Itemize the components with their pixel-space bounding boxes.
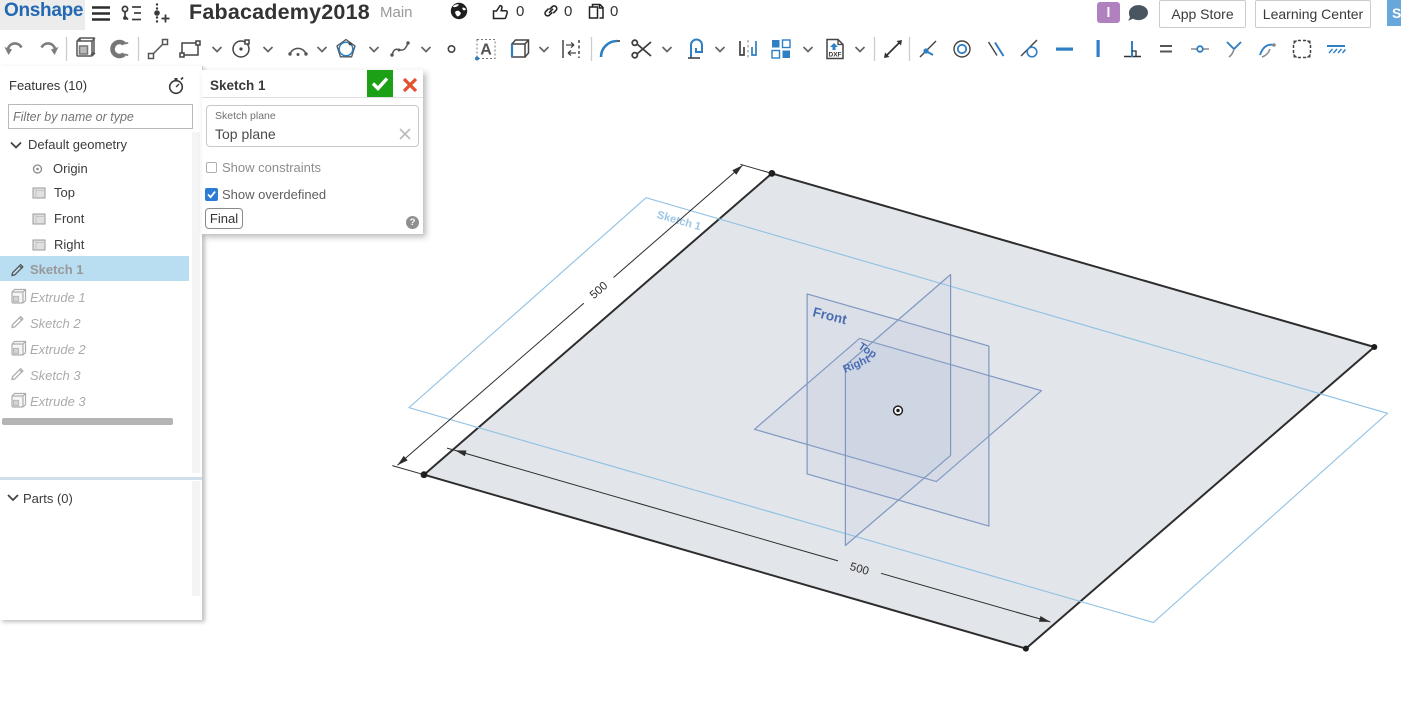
svg-text:A: A: [480, 42, 492, 59]
svg-text:500: 500: [588, 280, 610, 302]
svg-text:DXF: DXF: [829, 52, 842, 59]
